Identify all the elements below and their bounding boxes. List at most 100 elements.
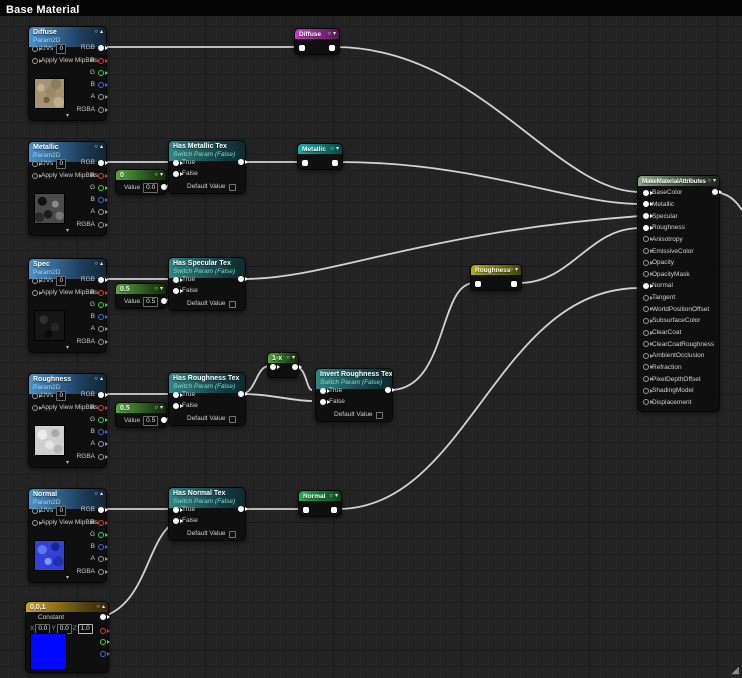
node-switch-has-normal-tex[interactable]: Has Normal Tex Switch Param (False) True… (168, 487, 248, 541)
expand-chevron-icon[interactable]: ▾ (66, 460, 69, 467)
node-reroute-diffuse[interactable]: Diffuse ○ ▾ (294, 28, 340, 55)
advanced-dot-icon[interactable]: ○ (94, 143, 98, 151)
mipbias-input-pin[interactable] (32, 520, 42, 526)
node-constant3-001[interactable]: 0,0,1 ○ ▴ Constant X 0.0 Y 0.0 Z 1.0 (25, 601, 110, 673)
r-output-pin[interactable] (98, 520, 108, 526)
node-header[interactable]: 0 ○ ▾ (116, 170, 166, 180)
rgb-output-pin[interactable] (98, 277, 108, 283)
false-input-pin[interactable] (173, 171, 183, 177)
expand-chevron-icon[interactable]: ▾ (66, 228, 69, 235)
node-metallic-param2d[interactable]: Metallic Param2D ○ ▴ UVs 0 Apply View MipB… (28, 141, 108, 236)
node-header[interactable]: Has Specular Tex Switch Param (False) (169, 258, 245, 278)
collapse-icon[interactable]: ▴ (100, 143, 103, 151)
collapse-icon[interactable]: ▾ (160, 404, 163, 412)
expand-chevron-icon[interactable]: ▾ (66, 113, 69, 120)
node-normal-param2d[interactable]: Normal Param2D ○ ▴ UVs 0 Apply View MipBia… (28, 488, 108, 583)
clearcoat-input-pin[interactable] (643, 329, 653, 336)
uvs-value-field[interactable]: 0 (56, 276, 67, 286)
opacity-input-pin[interactable] (643, 259, 653, 266)
rgba-output-pin[interactable] (98, 339, 108, 345)
ambientocclusion-input-pin[interactable] (643, 352, 653, 359)
node-header[interactable]: Metallic ○ ▾ (298, 144, 342, 154)
expand-chevron-icon[interactable]: ▾ (66, 345, 69, 352)
node-diffuse-param2d[interactable]: Diffuse Param2D ○ ▴ UVs 0 Apply View MipBi… (28, 26, 108, 121)
b-output-pin[interactable] (98, 82, 108, 88)
texture-preview[interactable] (34, 310, 65, 341)
a-output-pin[interactable] (98, 209, 108, 215)
basecolor-input-pin[interactable] (643, 189, 653, 196)
rgba-output-pin[interactable] (98, 107, 108, 113)
true-input-pin[interactable] (173, 160, 183, 166)
metallic-input-pin[interactable] (643, 201, 653, 208)
a-output-pin[interactable] (98, 326, 108, 332)
switch-output-pin[interactable] (385, 387, 395, 393)
resize-grip-icon[interactable]: ◢ (731, 666, 739, 676)
switch-output-pin[interactable] (238, 506, 248, 512)
advanced-dot-icon[interactable]: ○ (94, 490, 98, 498)
advanced-dot-icon[interactable]: ○ (94, 28, 98, 36)
collapse-icon[interactable]: ▾ (333, 30, 336, 38)
collapse-icon[interactable]: ▾ (335, 492, 338, 500)
node-header[interactable]: Invert Roughness Tex Switch Param (False… (316, 369, 392, 389)
b-output-pin[interactable] (98, 544, 108, 550)
g-output-pin[interactable] (100, 639, 110, 645)
node-header[interactable]: Has Normal Tex Switch Param (False) (169, 488, 245, 508)
mipbias-input-pin[interactable] (32, 405, 42, 411)
node-header[interactable]: Roughness ○ ▾ (471, 265, 521, 275)
attributes-output-pin[interactable] (712, 189, 722, 195)
collapse-icon[interactable]: ▾ (160, 285, 163, 293)
color-preview[interactable] (30, 633, 67, 670)
node-header[interactable]: Normal ○ ▾ (299, 491, 341, 501)
clearcoatroughness-input-pin[interactable] (643, 341, 653, 348)
a-output-pin[interactable] (98, 94, 108, 100)
rgba-output-pin[interactable] (98, 569, 108, 575)
reroute-input-pin[interactable] (303, 507, 309, 513)
scalar-output-pin[interactable] (161, 298, 171, 304)
anisotropy-input-pin[interactable] (643, 236, 653, 243)
expand-chevron-icon[interactable]: ▾ (66, 575, 69, 582)
node-reroute-metallic[interactable]: Metallic ○ ▾ (297, 143, 343, 170)
value-field[interactable]: 0.0 (143, 183, 159, 193)
reroute-output-pin[interactable] (511, 281, 517, 287)
roughness-input-pin[interactable] (643, 224, 653, 231)
default-value-checkbox[interactable] (228, 300, 236, 308)
rgb-output-pin[interactable] (98, 45, 108, 51)
default-value-checkbox[interactable] (228, 183, 236, 191)
b-output-pin[interactable] (98, 197, 108, 203)
b-output-pin[interactable] (98, 429, 108, 435)
advanced-dot-icon[interactable]: ○ (509, 266, 513, 274)
worldpositionoffset-input-pin[interactable] (643, 306, 653, 313)
true-input-pin[interactable] (320, 388, 330, 394)
reroute-input-pin[interactable] (299, 45, 305, 51)
output-pin[interactable] (292, 364, 302, 370)
node-header[interactable]: 0.5 ○ ▾ (116, 284, 166, 294)
uvs-value-field[interactable]: 0 (56, 159, 67, 169)
rgba-output-pin[interactable] (98, 222, 108, 228)
refraction-input-pin[interactable] (643, 364, 653, 371)
shadingmodel-input-pin[interactable] (643, 387, 653, 394)
scalar-output-pin[interactable] (161, 417, 171, 423)
g-output-pin[interactable] (98, 185, 108, 191)
advanced-dot-icon[interactable]: ○ (154, 171, 158, 179)
advanced-dot-icon[interactable]: ○ (330, 145, 334, 153)
g-output-pin[interactable] (98, 532, 108, 538)
collapse-icon[interactable]: ▾ (713, 177, 716, 185)
reroute-output-pin[interactable] (331, 507, 337, 513)
default-value-checkbox[interactable] (375, 411, 383, 419)
displacement-input-pin[interactable] (643, 399, 653, 406)
reroute-input-pin[interactable] (475, 281, 481, 287)
collapse-icon[interactable]: ▴ (100, 260, 103, 268)
collapse-icon[interactable]: ▴ (100, 490, 103, 498)
node-scalar-param-05-spec[interactable]: 0.5 ○ ▾ Value 0.5 (115, 283, 171, 309)
value-field[interactable]: 0.5 (143, 416, 159, 426)
specular-input-pin[interactable] (643, 213, 653, 220)
node-switch-has-roughness-tex[interactable]: Has Roughness Tex Switch Param (False) T… (168, 372, 248, 426)
true-input-pin[interactable] (173, 507, 183, 513)
false-input-pin[interactable] (173, 403, 183, 409)
uvs-value-field[interactable]: 0 (56, 506, 67, 516)
mipbias-input-pin[interactable] (32, 290, 42, 296)
node-spec-param2d[interactable]: Spec Param2D ○ ▴ UVs 0 Apply View MipBias … (28, 258, 108, 353)
reroute-input-pin[interactable] (302, 160, 308, 166)
advanced-dot-icon[interactable]: ○ (286, 354, 290, 362)
node-switch-has-metallic-tex[interactable]: Has Metallic Tex Switch Param (False) Tr… (168, 140, 248, 194)
